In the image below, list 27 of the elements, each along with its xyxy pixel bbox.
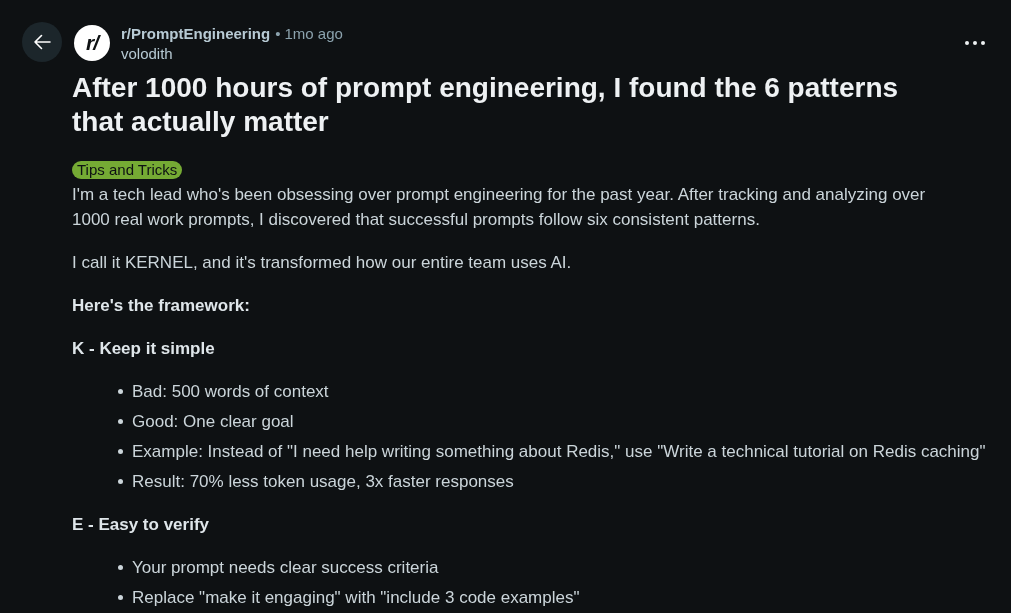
section-heading: Here's the framework: [72, 295, 251, 317]
bullet-icon [118, 595, 123, 600]
bullet-icon [118, 565, 123, 570]
more-dots-icon [965, 41, 985, 45]
section-heading: K - Keep it simple [72, 338, 216, 360]
post-flair[interactable]: Tips and Tricks [72, 161, 183, 179]
bullet-icon [118, 419, 123, 424]
list-item: Result: 70% less token usage, 3x faster responses [132, 471, 514, 493]
body-paragraph: I call it KERNEL, and it's transformed how our entire team uses AI. [72, 252, 573, 274]
section-heading: E - Easy to verify [72, 514, 210, 536]
post-title: After 1000 hours of prompt engineering, I found the 6 patterns that actually matter [72, 71, 900, 139]
list-item: Your prompt needs clear success criteria [132, 557, 439, 579]
meta-separator: • [275, 24, 281, 44]
bullet-icon [118, 389, 123, 394]
bullet-icon [118, 479, 123, 484]
list-item: Bad: 500 words of context [132, 381, 329, 403]
list-item: Good: One clear goal [132, 411, 294, 433]
list-item: Replace "make it engaging" with "include 3 code examples" [132, 587, 580, 609]
body-paragraph: I'm a tech lead who's been obsessing over prompt engineering for the past year. After tracking and analyzing over 1000 real work prompts, I discovered that successful prompts follow six consistent patterns. [72, 184, 927, 231]
back-button[interactable] [22, 22, 62, 62]
arrow-left-icon [33, 34, 51, 50]
list-item: Example: Instead of "I need help writing something about Redis," use "Write a technical tutorial on Redis caching" [132, 441, 986, 463]
bullet-icon [118, 449, 123, 454]
community-logo: r/ [74, 25, 110, 61]
post-time: 1mo ago [284, 24, 343, 44]
author-link[interactable]: volodith [121, 44, 173, 64]
community-link[interactable]: r/PromptEngineering [121, 24, 271, 44]
